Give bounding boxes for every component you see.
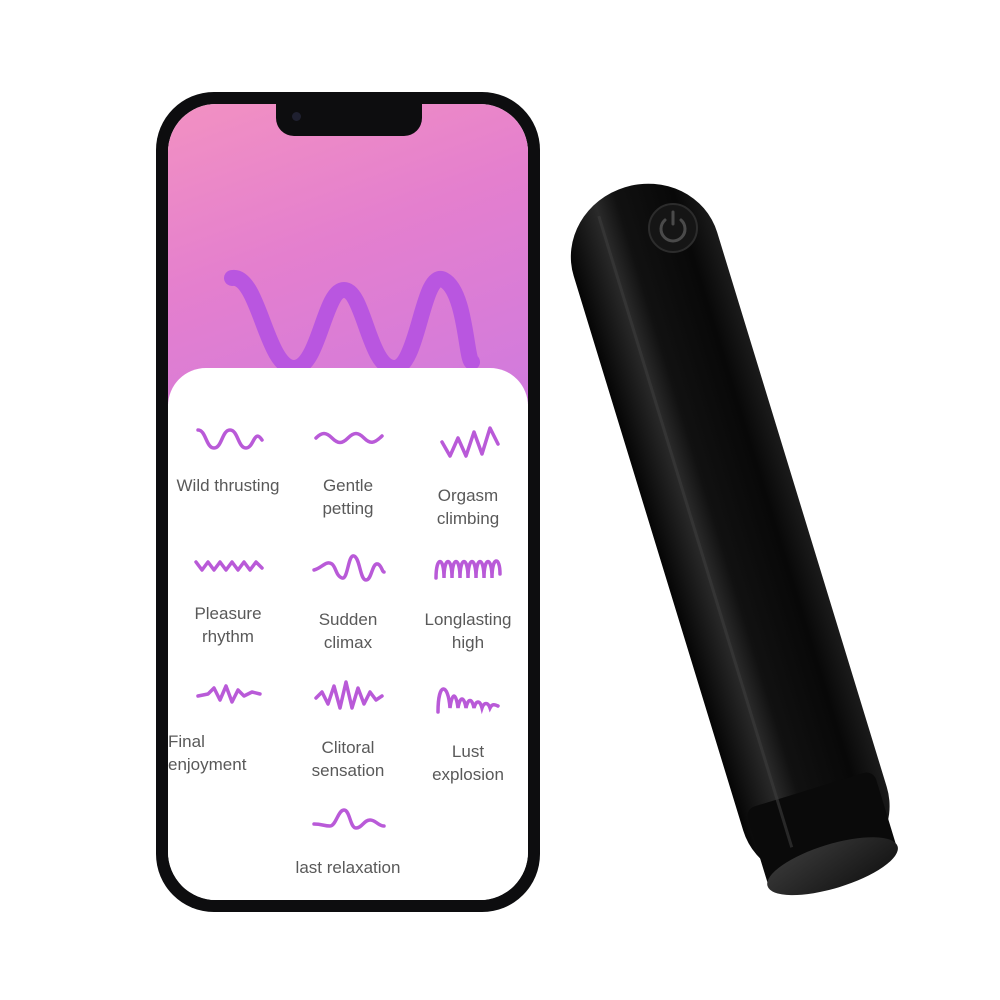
smartphone: Wild thrusting Gentle petting Orgasm cli…	[156, 92, 540, 912]
hero-banner	[168, 104, 528, 404]
lust-explosion-wave-icon	[436, 687, 500, 715]
mode-label: last relaxation	[295, 858, 401, 877]
mode-item-clitoral-sensation[interactable]: Clitoral sensation	[288, 678, 408, 782]
orgasm-climbing-wave-icon	[440, 426, 500, 458]
final-enjoyment-wave-icon	[196, 684, 262, 704]
sudden-climax-wave-icon	[312, 554, 386, 582]
mode-label: Sudden climax	[318, 610, 378, 652]
mode-item-final-enjoyment[interactable]: Final enjoyment	[168, 678, 288, 776]
front-camera	[292, 112, 301, 121]
wild-thrusting-wave-icon	[196, 428, 264, 450]
mode-label: Pleasure rhythm	[194, 604, 262, 646]
mode-item-longlasting-high[interactable]: Longlasting high	[408, 550, 528, 654]
mode-grid: Wild thrusting Gentle petting Orgasm cli…	[168, 368, 528, 900]
gentle-petting-wave-icon	[314, 431, 384, 445]
mode-item-last-relaxation[interactable]: last relaxation	[288, 804, 408, 879]
pleasure-rhythm-wave-icon	[194, 560, 264, 572]
mode-item-wild-thrusting[interactable]: Wild thrusting	[168, 422, 288, 497]
mode-label: Clitoral sensation	[311, 738, 385, 780]
mode-label: Orgasm climbing	[436, 486, 500, 528]
mode-label: Lust explosion	[432, 742, 504, 784]
mode-label: Gentle petting	[322, 476, 374, 518]
mode-item-orgasm-climbing[interactable]: Orgasm climbing	[408, 422, 528, 530]
mode-item-sudden-climax[interactable]: Sudden climax	[288, 550, 408, 654]
mode-item-pleasure-rhythm[interactable]: Pleasure rhythm	[168, 550, 288, 648]
last-relaxation-wave-icon	[312, 808, 386, 830]
clitoral-sensation-wave-icon	[314, 680, 384, 710]
mode-label: Final enjoyment	[168, 732, 247, 774]
mode-item-gentle-petting[interactable]: Gentle petting	[288, 422, 408, 520]
app-screen: Wild thrusting Gentle petting Orgasm cli…	[168, 104, 528, 900]
longlasting-high-wave-icon	[434, 559, 502, 580]
power-button-icon[interactable]	[648, 203, 698, 253]
phone-notch	[276, 104, 422, 136]
mode-label: Longlasting high	[424, 610, 512, 652]
bullet-vibrator-device	[570, 183, 898, 896]
mode-item-lust-explosion[interactable]: Lust explosion	[408, 678, 528, 786]
mode-label: Wild thrusting	[176, 476, 280, 495]
